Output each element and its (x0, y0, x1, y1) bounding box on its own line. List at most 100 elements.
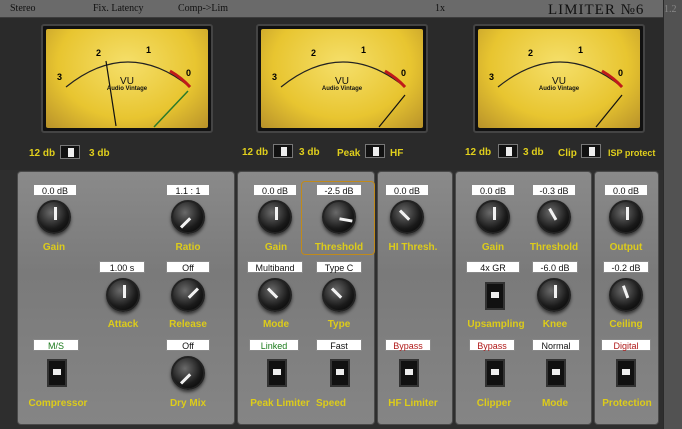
comp-gain-label: Gain (42, 242, 66, 253)
hf-limiter-switch[interactable] (399, 359, 419, 387)
protection-mode-value[interactable]: Digital (601, 339, 651, 351)
peak-label: Peak (337, 148, 361, 159)
pl-gain-label: Gain (264, 242, 288, 253)
pl-speed-value[interactable]: Fast (316, 339, 362, 351)
meter2-range-high: 3 db (299, 147, 320, 158)
hf-thresh-value[interactable]: 0.0 dB (385, 184, 429, 196)
meter3-range-high: 3 db (523, 147, 544, 158)
pl-threshold-knob[interactable] (322, 200, 356, 234)
drymix-knob[interactable] (171, 356, 205, 390)
clip-threshold-value[interactable]: -0.3 dB (532, 184, 576, 196)
hf-limiter-label: HF Limiter (388, 398, 438, 409)
ceiling-knob[interactable] (609, 278, 643, 312)
hf-bypass-value[interactable]: Bypass (385, 339, 431, 351)
scale-1: 1 (361, 45, 367, 55)
upsampling-value[interactable]: 4x GR (466, 261, 520, 273)
comp-gain-knob[interactable] (37, 200, 71, 234)
attack-label: Attack (107, 319, 139, 330)
clip-isp-switch[interactable] (581, 144, 601, 158)
ceiling-value[interactable]: -0.2 dB (603, 261, 649, 273)
scale-1: 1 (578, 45, 584, 55)
attack-knob[interactable] (106, 278, 140, 312)
pl-link-value[interactable]: Linked (249, 339, 299, 351)
clip-mode-value[interactable]: Normal (532, 339, 580, 351)
speed-label: Speed (315, 398, 346, 409)
meter2-range-switch[interactable] (273, 144, 293, 158)
comp-gain-value[interactable]: 0.0 dB (33, 184, 77, 196)
ratio-label: Ratio (175, 242, 201, 253)
upsampling-label: Upsampling (467, 319, 525, 330)
pl-threshold-value[interactable]: -2.5 dB (316, 184, 362, 196)
pl-mode-label: Mode (262, 319, 290, 330)
hf-thresh-knob[interactable] (390, 200, 424, 234)
peak-hf-switch[interactable] (365, 144, 385, 158)
pl-type-knob[interactable] (322, 278, 356, 312)
meter2-range-low: 12 db (242, 147, 269, 158)
clip-threshold-knob[interactable] (537, 200, 571, 234)
mode-menu[interactable]: Comp->Lim (178, 3, 228, 14)
ceiling-label: Ceiling (609, 319, 643, 330)
output-label: Output (609, 242, 643, 253)
scale-2: 2 (96, 48, 102, 58)
clip-label: Clip (558, 148, 577, 159)
pl-mode-knob[interactable] (258, 278, 292, 312)
vu-meter-1: 3 2 1 0 VU Audio Vintage (41, 24, 213, 133)
ratio-value[interactable]: 1.1 : 1 (166, 184, 210, 196)
pl-mode-value[interactable]: Multiband (247, 261, 303, 273)
clipper-panel (455, 171, 592, 425)
vu-sub: Audio Vintage (538, 86, 580, 92)
stereo-menu[interactable]: Stereo (10, 3, 36, 14)
pl-threshold-label: Threshold (314, 242, 364, 253)
protection-label: Protection (602, 398, 652, 409)
output-knob[interactable] (609, 200, 643, 234)
knee-knob[interactable] (537, 278, 571, 312)
latency-menu[interactable]: Fix. Latency (93, 3, 144, 14)
right-edge-panel (663, 0, 682, 429)
meter1-range-switch[interactable] (60, 145, 80, 159)
clipper-switch[interactable] (485, 359, 505, 387)
release-value[interactable]: Off (166, 261, 210, 273)
compressor-label: Compressor (28, 398, 88, 409)
scale-2: 2 (311, 48, 317, 58)
release-knob[interactable] (171, 278, 205, 312)
clip-gain-knob[interactable] (476, 200, 510, 234)
clip-mode-switch[interactable] (546, 359, 566, 387)
output-value[interactable]: 0.0 dB (604, 184, 648, 196)
meter3-range-low: 12 db (465, 147, 492, 158)
ratio-knob[interactable] (171, 200, 205, 234)
pl-type-value[interactable]: Type C (316, 261, 362, 273)
vu-sub: Audio Vintage (106, 86, 148, 92)
release-label: Release (169, 319, 207, 330)
brand-logo: LIMITER №6 (548, 2, 645, 18)
peak-limiter-switch[interactable] (267, 359, 287, 387)
clip-gain-value[interactable]: 0.0 dB (471, 184, 515, 196)
scale-1: 1 (146, 45, 152, 55)
meter1-range-high: 3 db (89, 148, 110, 159)
isp-protect-label: ISP protect (608, 148, 656, 158)
upsampling-switch[interactable] (485, 282, 505, 310)
clipper-bypass-value[interactable]: Bypass (469, 339, 515, 351)
comp-mode-value[interactable]: M/S (33, 339, 79, 351)
vu-meter-3: 3 2 1 0 VU Audio Vintage (473, 24, 645, 133)
pl-gain-value[interactable]: 0.0 dB (253, 184, 297, 196)
peak-limiter-label: Peak Limiter (250, 398, 310, 409)
attack-value[interactable]: 1.00 s (99, 261, 145, 273)
speed-switch[interactable] (330, 359, 350, 387)
pl-gain-knob[interactable] (258, 200, 292, 234)
pl-type-label: Type (327, 319, 351, 330)
vu-meter-2: 3 2 1 0 VU Audio Vintage (256, 24, 428, 133)
knee-label: Knee (542, 319, 568, 330)
meter1-range-low: 12 db (29, 148, 56, 159)
drymix-label: Dry Mix (169, 398, 207, 409)
hf-thresh-label: HI Thresh. (388, 242, 438, 253)
protection-switch[interactable] (616, 359, 636, 387)
knee-value[interactable]: -6.0 dB (532, 261, 578, 273)
compressor-switch[interactable] (47, 359, 67, 387)
scale-2: 2 (528, 48, 534, 58)
vu-sub: Audio Vintage (321, 86, 363, 92)
drymix-value[interactable]: Off (166, 339, 210, 351)
clipper-label: Clipper (476, 398, 512, 409)
meter3-range-switch[interactable] (498, 144, 518, 158)
hf-label: HF (390, 148, 404, 159)
oversample-menu[interactable]: 1x (435, 3, 445, 14)
